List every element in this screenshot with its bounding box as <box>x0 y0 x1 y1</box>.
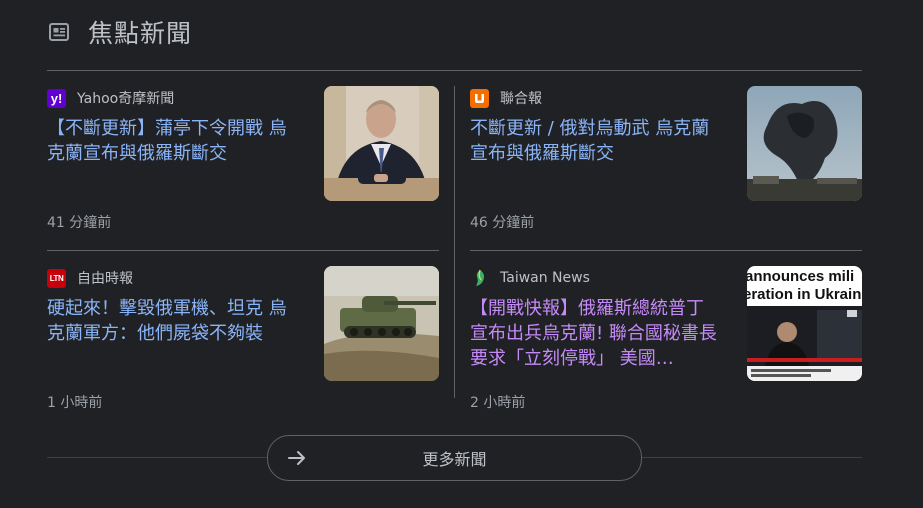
source-name: 自由時報 <box>77 271 133 287</box>
news-thumbnail[interactable]: announces mili eration in Ukrain <box>747 266 862 381</box>
news-source: Taiwan News <box>470 268 590 288</box>
divider <box>470 250 862 251</box>
ltn-logo-icon: LTN <box>47 268 66 288</box>
news-time: 41 分鐘前 <box>47 215 112 231</box>
source-name: Taiwan News <box>500 270 590 286</box>
column-divider <box>454 86 455 398</box>
news-headline[interactable]: 硬起來！擊毀俄軍機、坦克 烏克蘭軍方：他們屍袋不夠裝 <box>47 296 297 346</box>
news-headline[interactable]: 不斷更新 / 俄對烏動武 烏克蘭宣布與俄羅斯斷交 <box>470 116 720 166</box>
news-time: 46 分鐘前 <box>470 215 535 231</box>
news-thumbnail[interactable] <box>324 266 439 381</box>
news-card[interactable]: y! Yahoo奇摩新聞 【不斷更新】蒲亭下令開戰 烏克蘭宣布與俄羅斯斷交 41… <box>47 86 439 250</box>
news-card[interactable]: LTN 自由時報 硬起來！擊毀俄軍機、坦克 烏克蘭軍方：他們屍袋不夠裝 1 小時… <box>47 266 439 430</box>
yahoo-logo-icon: y! <box>47 88 66 108</box>
news-icon <box>48 21 70 43</box>
divider <box>47 70 862 71</box>
more-news-button[interactable]: 更多新聞 <box>267 435 642 481</box>
news-thumbnail[interactable] <box>324 86 439 201</box>
news-headline[interactable]: 【開戰快報】俄羅斯總統普丁宣布出兵烏克蘭! 聯合國秘書長要求「立刻停戰」 美國… <box>470 296 720 371</box>
thumb-caption: announces mili <box>747 268 854 285</box>
source-name: 聯合報 <box>500 91 542 107</box>
thumb-caption: eration in Ukrain <box>747 286 861 303</box>
news-headline[interactable]: 【不斷更新】蒲亭下令開戰 烏克蘭宣布與俄羅斯斷交 <box>47 116 297 166</box>
section-header: 焦點新聞 <box>48 14 192 50</box>
news-thumbnail[interactable] <box>747 86 862 201</box>
taiwan-news-logo-icon <box>470 269 489 288</box>
news-source: 聯合報 <box>470 88 542 108</box>
udn-logo-icon <box>470 88 489 108</box>
arrow-right-icon <box>286 447 308 469</box>
section-title: 焦點新聞 <box>88 19 193 48</box>
news-time: 2 小時前 <box>470 395 526 411</box>
news-card[interactable]: Taiwan News 【開戰快報】俄羅斯總統普丁宣布出兵烏克蘭! 聯合國秘書長… <box>470 266 862 430</box>
news-source: LTN 自由時報 <box>47 268 133 288</box>
news-source: y! Yahoo奇摩新聞 <box>47 88 174 108</box>
news-time: 1 小時前 <box>47 395 103 411</box>
source-name: Yahoo奇摩新聞 <box>77 91 175 107</box>
news-card[interactable]: 聯合報 不斷更新 / 俄對烏動武 烏克蘭宣布與俄羅斯斷交 46 分鐘前 <box>470 86 862 250</box>
more-news-label: 更多新聞 <box>422 450 487 469</box>
divider <box>47 250 439 251</box>
